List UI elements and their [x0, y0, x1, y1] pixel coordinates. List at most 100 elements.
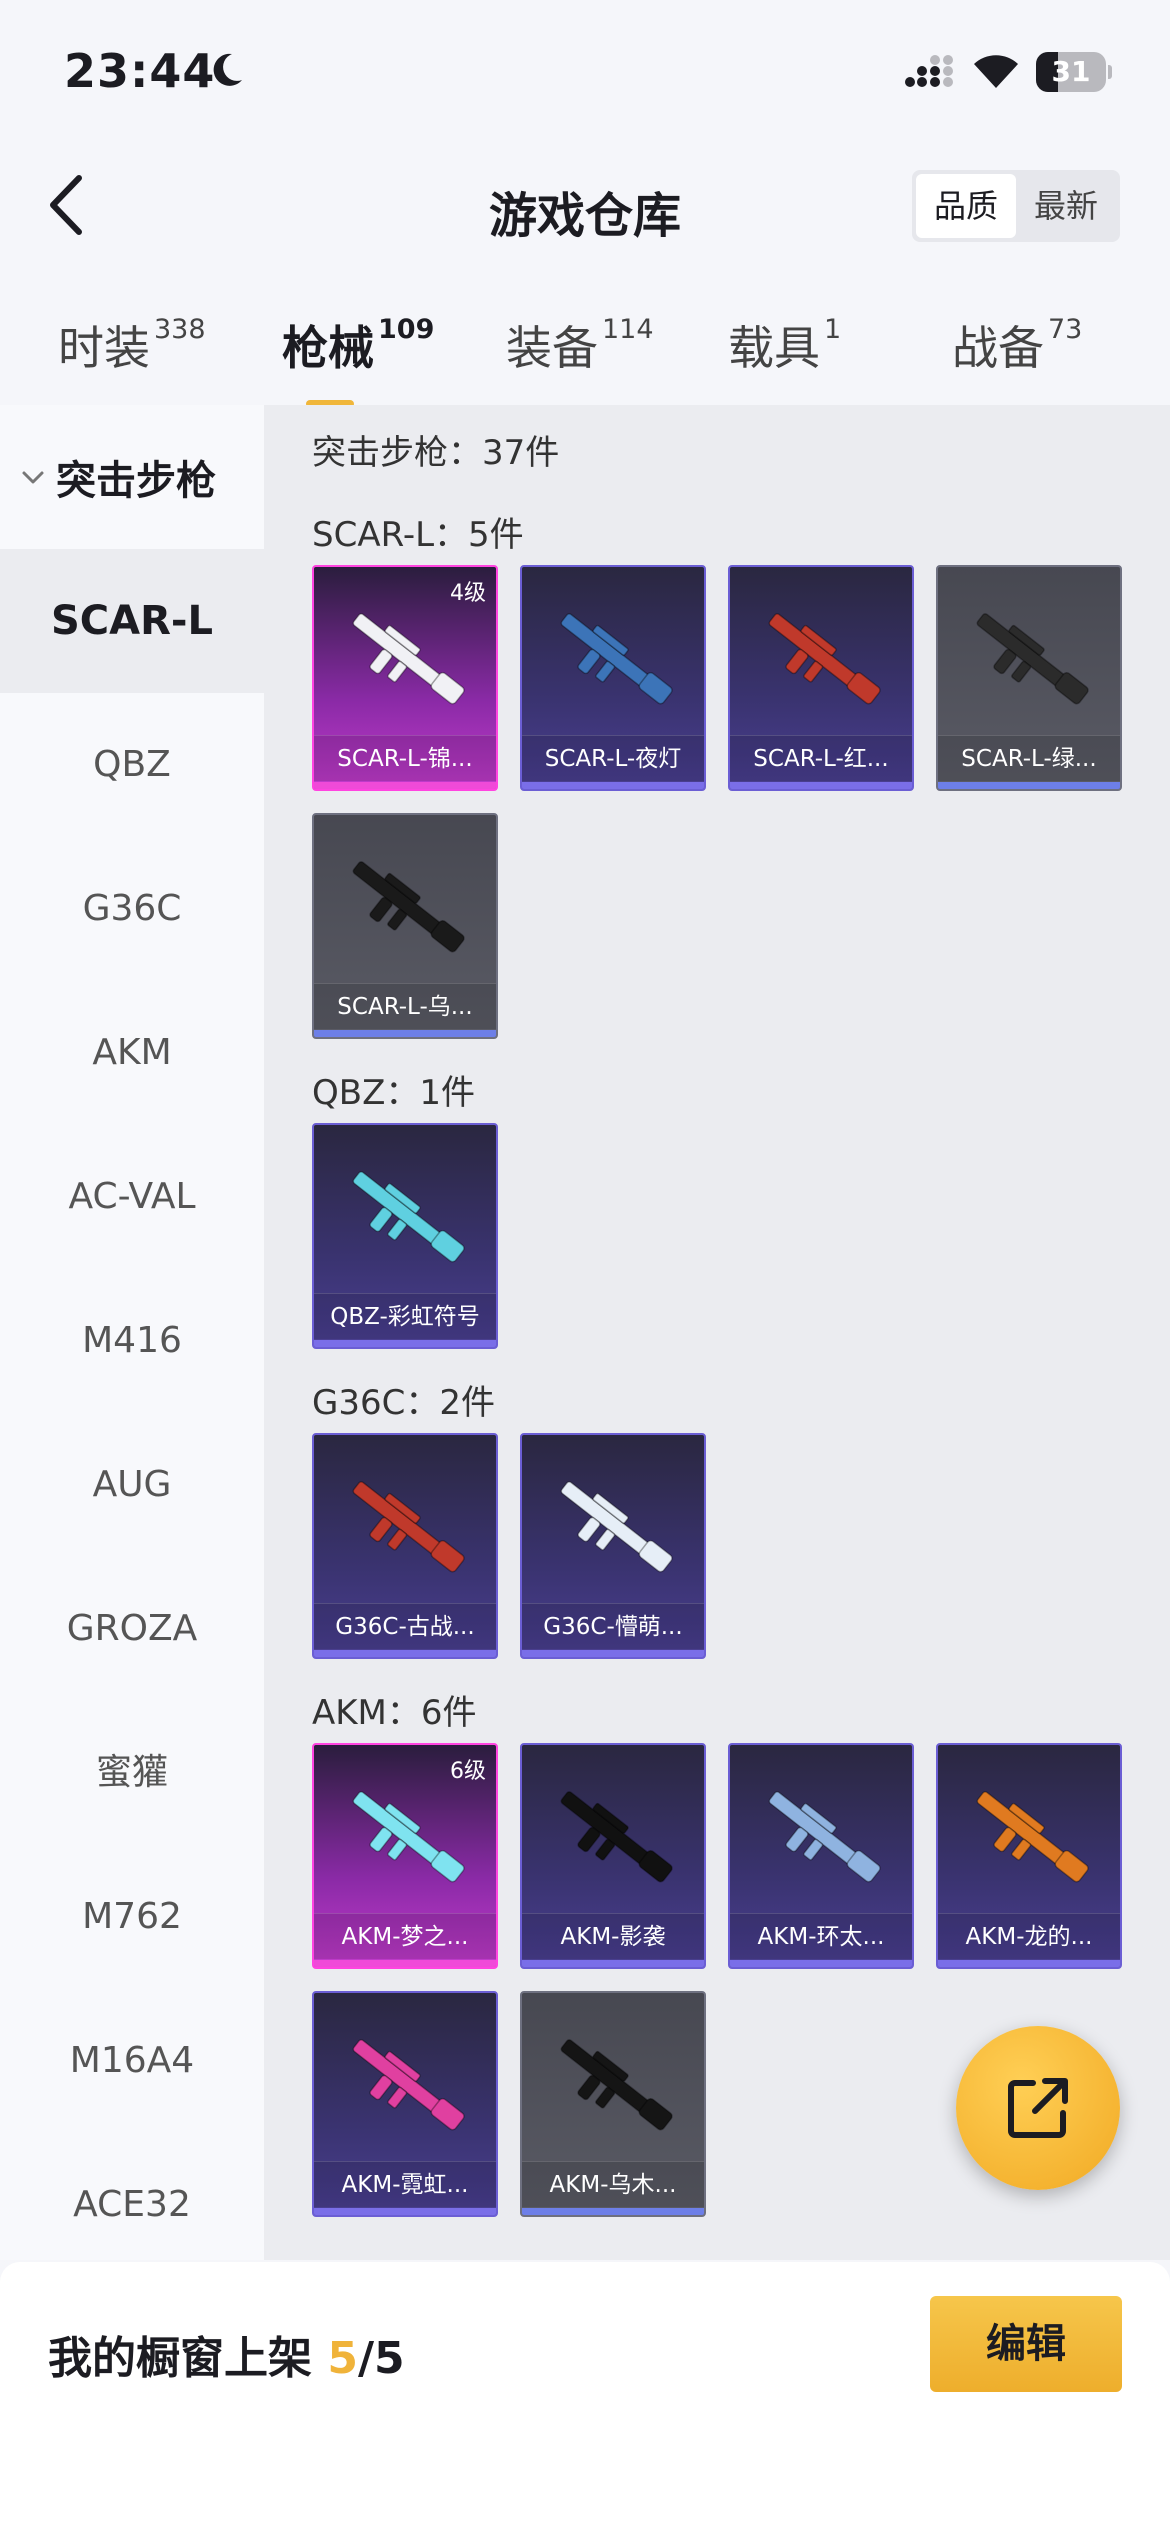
quality-stripe — [314, 1960, 496, 1967]
item-name: G36C-懵萌... — [522, 1603, 704, 1649]
item-name: AKM-龙的... — [938, 1913, 1120, 1959]
rifle-icon — [768, 1791, 881, 1883]
rifle-icon — [352, 1171, 465, 1263]
tab-count: 109 — [378, 314, 435, 345]
tab-label: 战备 — [952, 321, 1044, 375]
tab-vehicles[interactable]: 载具 1 — [728, 312, 841, 392]
tab-label: 装备 — [506, 321, 598, 375]
item-level-badge: 4级 — [450, 581, 486, 606]
rifle-icon — [976, 613, 1089, 705]
item-card[interactable]: AKM-乌木... — [520, 1991, 706, 2217]
group-heading: AKM：6件 — [312, 1693, 477, 1733]
quality-stripe — [522, 2208, 704, 2215]
sidebar-item[interactable]: ACE32 — [0, 2133, 264, 2277]
item-card[interactable]: SCAR-L-绿... — [936, 565, 1122, 791]
item-card[interactable]: AKM-环太... — [728, 1743, 914, 1969]
sidebar-item[interactable]: GROZA — [0, 1557, 264, 1701]
sort-option-quality[interactable]: 品质 — [916, 174, 1016, 238]
sidebar-group-assault-rifles[interactable]: 突击步枪 — [0, 405, 264, 549]
quality-stripe — [938, 782, 1120, 789]
rifle-icon — [352, 613, 465, 705]
sidebar-item[interactable]: AC-VAL — [0, 1125, 264, 1269]
sidebar-item[interactable]: AKM — [0, 981, 264, 1125]
showcase-current: 5 — [327, 2333, 358, 2384]
item-card[interactable]: 6级 AKM-梦之... — [312, 1743, 498, 1969]
item-card[interactable]: AKM-龙的... — [936, 1743, 1122, 1969]
item-name: AKM-影袭 — [522, 1913, 704, 1959]
quality-stripe — [938, 1960, 1120, 1967]
category-count: 突击步枪：37件 — [312, 433, 560, 473]
item-name: AKM-霓虹... — [314, 2161, 496, 2207]
quality-stripe — [314, 782, 496, 789]
sort-option-newest[interactable]: 最新 — [1016, 174, 1116, 238]
sidebar-item[interactable]: M762 — [0, 1845, 264, 1989]
rifle-icon — [560, 1481, 673, 1573]
item-name: SCAR-L-夜灯 — [522, 735, 704, 781]
edit-button[interactable]: 编辑 — [930, 2296, 1122, 2392]
rifle-icon — [352, 2039, 465, 2131]
item-card[interactable]: G36C-懵萌... — [520, 1433, 706, 1659]
chevron-down-icon — [22, 471, 44, 484]
showcase-total: /5 — [357, 2333, 405, 2384]
showcase-label: 我的橱窗上架 — [48, 2333, 312, 2384]
tab-count: 1 — [824, 314, 842, 345]
group-heading: SCAR-L：5件 — [312, 515, 524, 555]
status-time: 23:44 — [64, 44, 216, 98]
item-card[interactable]: QBZ-彩虹符号 — [312, 1123, 498, 1349]
item-card[interactable]: AKM-影袭 — [520, 1743, 706, 1969]
sidebar-item[interactable]: 蜜獾 — [0, 1701, 264, 1845]
item-name: AKM-乌木... — [522, 2161, 704, 2207]
sidebar-item[interactable]: QBZ — [0, 693, 264, 837]
item-name: AKM-梦之... — [314, 1913, 496, 1959]
tab-count: 73 — [1048, 314, 1083, 345]
sidebar-item[interactable]: M16A4 — [0, 1989, 264, 2133]
tab-guns[interactable]: 枪械 109 — [282, 312, 435, 408]
item-name: QBZ-彩虹符号 — [314, 1293, 496, 1339]
tab-count: 114 — [602, 314, 654, 345]
tab-equipment[interactable]: 装备 114 — [506, 312, 654, 392]
sidebar-item[interactable]: G36C — [0, 837, 264, 981]
nav-bar: 游戏仓库 品质 最新 — [0, 150, 1170, 260]
quality-stripe — [314, 2208, 496, 2215]
sidebar-item[interactable]: SCAR-L — [0, 549, 264, 693]
moon-icon — [213, 53, 242, 86]
tab-fashion[interactable]: 时装 338 — [58, 312, 206, 392]
item-card[interactable]: G36C-古战... — [312, 1433, 498, 1659]
sort-toggle[interactable]: 品质 最新 — [912, 170, 1120, 242]
quality-stripe — [314, 1340, 496, 1347]
quality-stripe — [522, 1650, 704, 1657]
item-card[interactable]: SCAR-L-乌... — [312, 813, 498, 1039]
status-bar: 23:44 31 — [0, 0, 1170, 140]
rifle-icon — [560, 2039, 673, 2131]
rifle-icon — [352, 1481, 465, 1573]
item-name: SCAR-L-乌... — [314, 983, 496, 1029]
rifle-icon — [560, 613, 673, 705]
item-card[interactable]: AKM-霓虹... — [312, 1991, 498, 2217]
item-name: SCAR-L-红... — [730, 735, 912, 781]
group-heading: G36C：2件 — [312, 1383, 495, 1423]
tab-label: 时装 — [58, 321, 150, 375]
sidebar-group-label: 突击步枪 — [56, 458, 216, 504]
item-name: SCAR-L-锦... — [314, 735, 496, 781]
rifle-icon — [976, 1791, 1089, 1883]
quality-stripe — [522, 782, 704, 789]
main-content: 突击步枪：37件 SCAR-L：5件 4级 SCAR-L-锦... SCAR-L-夜灯… — [264, 405, 1170, 2260]
tab-count: 338 — [154, 314, 206, 345]
tab-supplies[interactable]: 战备 73 — [952, 312, 1082, 392]
item-name: SCAR-L-绿... — [938, 735, 1120, 781]
group-heading: QBZ：1件 — [312, 1073, 476, 1113]
share-button[interactable] — [956, 2026, 1120, 2190]
quality-stripe — [522, 1960, 704, 1967]
item-name: AKM-环太... — [730, 1913, 912, 1959]
item-name: G36C-古战... — [314, 1603, 496, 1649]
sidebar-item[interactable]: AUG — [0, 1413, 264, 1557]
item-card[interactable]: SCAR-L-红... — [728, 565, 914, 791]
signal-icon — [905, 55, 953, 87]
quality-stripe — [730, 782, 912, 789]
item-card[interactable]: SCAR-L-夜灯 — [520, 565, 706, 791]
item-card[interactable]: 4级 SCAR-L-锦... — [312, 565, 498, 791]
showcase-status: 我的橱窗上架 5/5 — [48, 2322, 405, 2386]
sidebar-item[interactable]: M416 — [0, 1269, 264, 1413]
share-icon — [1008, 2078, 1068, 2138]
quality-stripe — [314, 1030, 496, 1037]
